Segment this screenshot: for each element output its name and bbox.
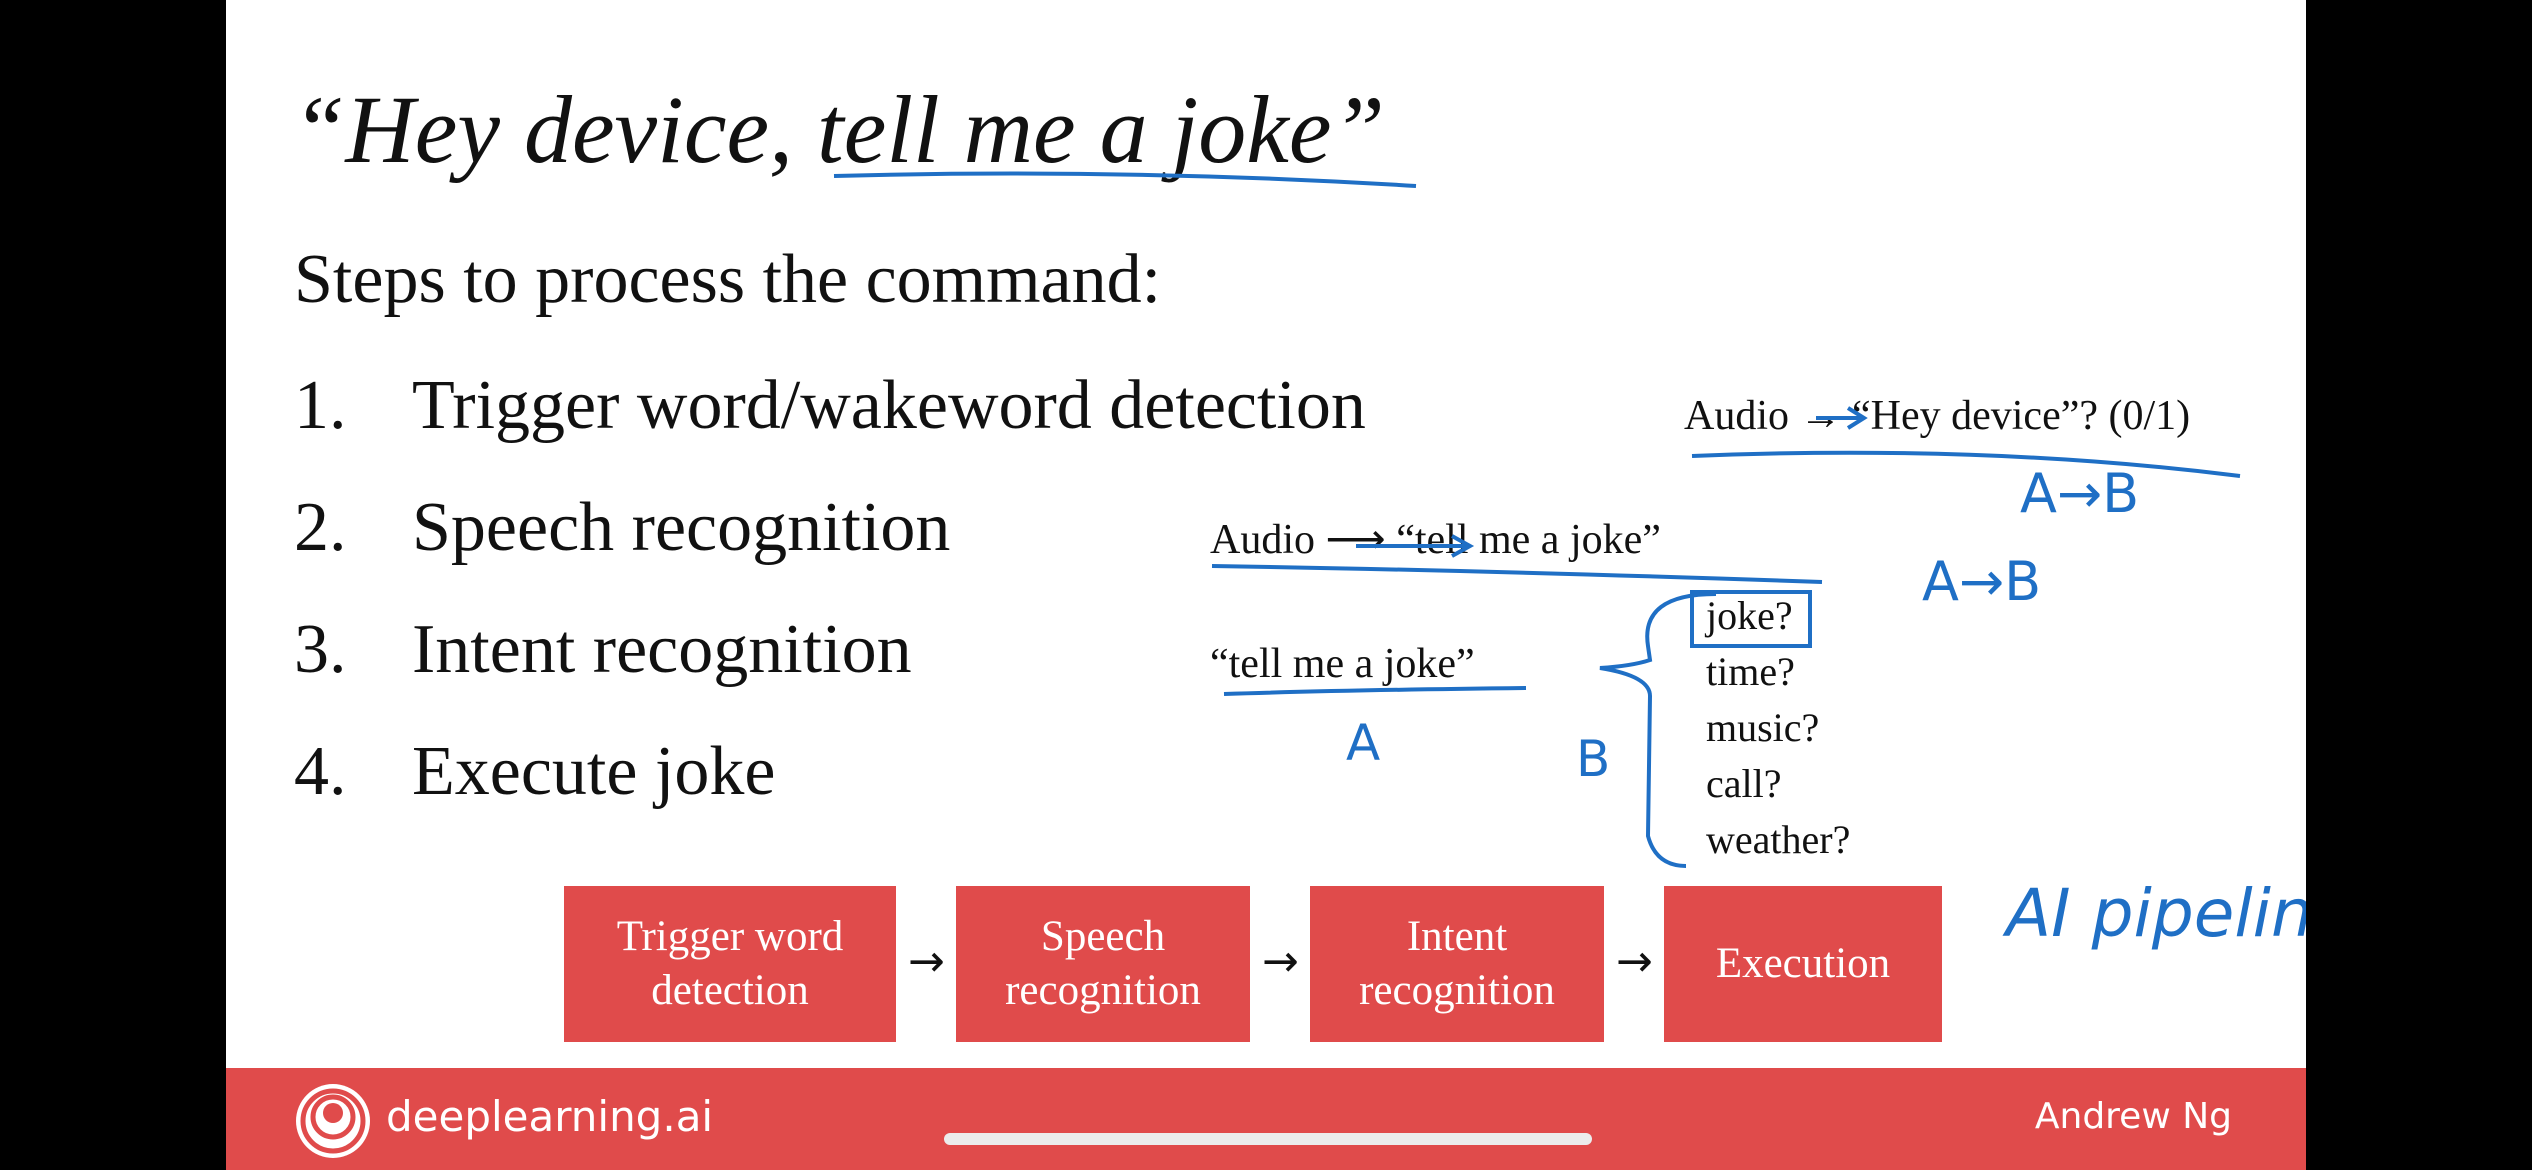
handwritten-annotations: A→B A→B A B AI pipeline	[833, 171, 2306, 952]
step1-arrow	[1816, 406, 1868, 430]
handwritten-ai-pipeline: AI pipeline	[2002, 875, 2306, 952]
slide-footer: deeplearning.ai Andrew Ng	[226, 1068, 2306, 1170]
joke-selection-box	[1690, 590, 1812, 648]
deeplearning-logo	[296, 1084, 370, 1158]
handwritten-a-to-b-1: A→B	[2020, 462, 2139, 525]
title-underline	[833, 171, 1417, 188]
step2-underline	[1211, 564, 1823, 584]
spiral-logo-icon	[300, 1088, 366, 1154]
step1-underline	[1691, 450, 2241, 478]
handwritten-b-label: B	[1576, 730, 1610, 788]
author-name: Andrew Ng	[2034, 1096, 2232, 1137]
step3-underline	[1223, 686, 1527, 696]
brand-name: deeplearning.ai	[386, 1092, 714, 1141]
step2-arrow	[1356, 534, 1475, 558]
handwritten-a-to-b-2: A→B	[1922, 550, 2041, 613]
lecture-slide: “Hey device, tell me a joke” Steps to pr…	[226, 0, 2306, 1170]
handwritten-a-label: A	[1346, 714, 1380, 772]
home-indicator[interactable]	[944, 1133, 1592, 1145]
intent-brace	[1599, 592, 1717, 868]
